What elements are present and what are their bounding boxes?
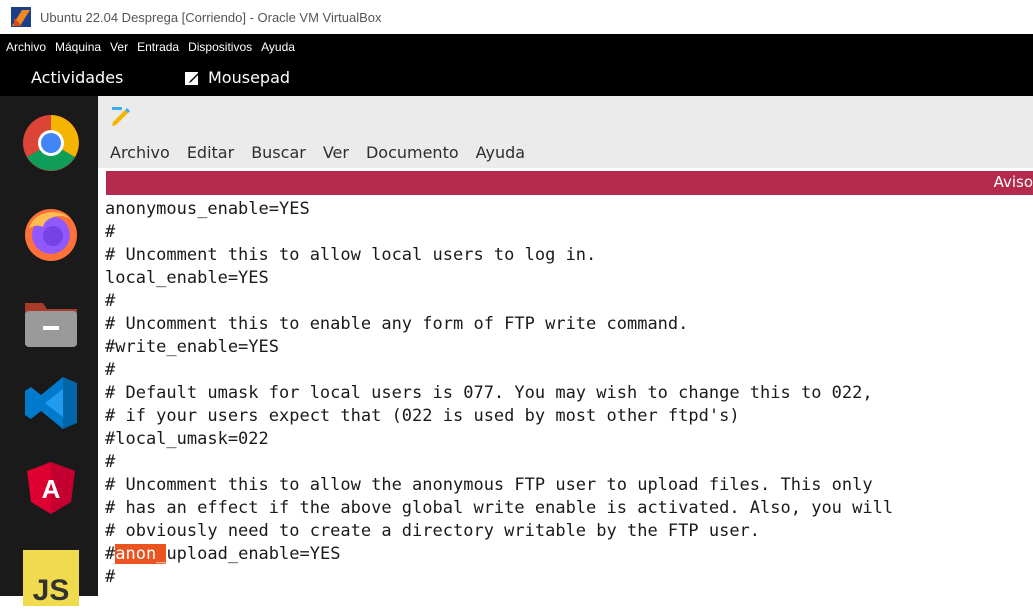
code-line-highlighted: #anon_upload_enable=YES (105, 543, 340, 566)
vbox-menu-dispositivos[interactable]: Dispositivos (188, 40, 252, 54)
mousepad-app-icon (185, 71, 199, 85)
code-line: # obviously need to create a directory w… (105, 521, 761, 541)
code-line: # if your users expect that (022 is used… (105, 406, 740, 426)
vscode-icon[interactable] (21, 373, 81, 433)
vbox-menu-archivo[interactable]: Archivo (6, 40, 46, 54)
menu-editar[interactable]: Editar (187, 143, 234, 162)
svg-text:JS: JS (33, 574, 70, 607)
text-editor-area[interactable]: anonymous_enable=YES # # Uncomment this … (98, 195, 1033, 596)
code-line: # Uncomment this to enable any form of F… (105, 314, 689, 334)
virtualbox-menu-bar: Archivo Máquina Ver Entrada Dispositivos… (0, 34, 1033, 60)
chrome-icon[interactable] (21, 113, 81, 173)
code-line: # (105, 452, 116, 472)
code-line: #write_enable=YES (105, 337, 279, 357)
angular-icon[interactable]: A (21, 458, 81, 518)
vbox-menu-maquina[interactable]: Máquina (55, 40, 101, 54)
code-line: # Uncomment this to allow local users to… (105, 245, 597, 265)
virtualbox-title-bar: Ubuntu 22.04 Desprega [Corriendo] - Orac… (0, 0, 1033, 34)
code-suffix: upload_enable=YES (166, 544, 341, 564)
mousepad-logo-icon (112, 107, 130, 126)
mousepad-window: Archivo Editar Buscar Ver Documento Ayud… (98, 96, 1033, 596)
vbox-menu-entrada[interactable]: Entrada (137, 40, 179, 54)
code-line: local_enable=YES (105, 268, 269, 288)
warning-infobar: Aviso (106, 171, 1033, 195)
code-line: #local_umask=022 (105, 429, 269, 449)
firefox-icon[interactable] (21, 203, 81, 263)
code-line: # (105, 222, 116, 242)
code-line: # Uncomment this to allow the anonymous … (105, 475, 873, 495)
menu-ayuda[interactable]: Ayuda (476, 143, 525, 162)
app-name-label: Mousepad (208, 68, 291, 87)
code-line: # (105, 567, 116, 587)
files-icon[interactable] (21, 293, 81, 353)
menu-buscar[interactable]: Buscar (251, 143, 306, 162)
code-line: # (105, 291, 116, 311)
infobar-text: Aviso (993, 173, 1033, 191)
code-line: # Default umask for local users is 077. … (105, 383, 873, 403)
menu-ver[interactable]: Ver (323, 143, 349, 162)
dock: A JS (0, 96, 98, 607)
activities-button[interactable]: Actividades (31, 68, 123, 87)
app-menu-button[interactable]: Mousepad (184, 68, 290, 87)
javascript-icon[interactable]: JS (21, 548, 81, 608)
code-line: anonymous_enable=YES (105, 199, 310, 219)
mousepad-menu-bar: Archivo Editar Buscar Ver Documento Ayud… (98, 136, 1033, 168)
menu-documento[interactable]: Documento (366, 143, 459, 162)
vbox-menu-ayuda[interactable]: Ayuda (261, 40, 295, 54)
svg-text:A: A (42, 474, 61, 504)
menu-archivo[interactable]: Archivo (110, 143, 170, 162)
virtualbox-logo-icon (11, 7, 31, 27)
gnome-top-bar: Actividades Mousepad (0, 60, 1033, 96)
code-line: # (105, 360, 116, 380)
code-line: # has an effect if the above global writ… (105, 498, 894, 518)
vbox-menu-ver[interactable]: Ver (110, 40, 128, 54)
code-prefix: # (105, 544, 116, 564)
search-highlight: anon_ (115, 544, 167, 564)
window-title: Ubuntu 22.04 Desprega [Corriendo] - Orac… (40, 9, 382, 25)
mousepad-header-bar (98, 96, 1033, 136)
